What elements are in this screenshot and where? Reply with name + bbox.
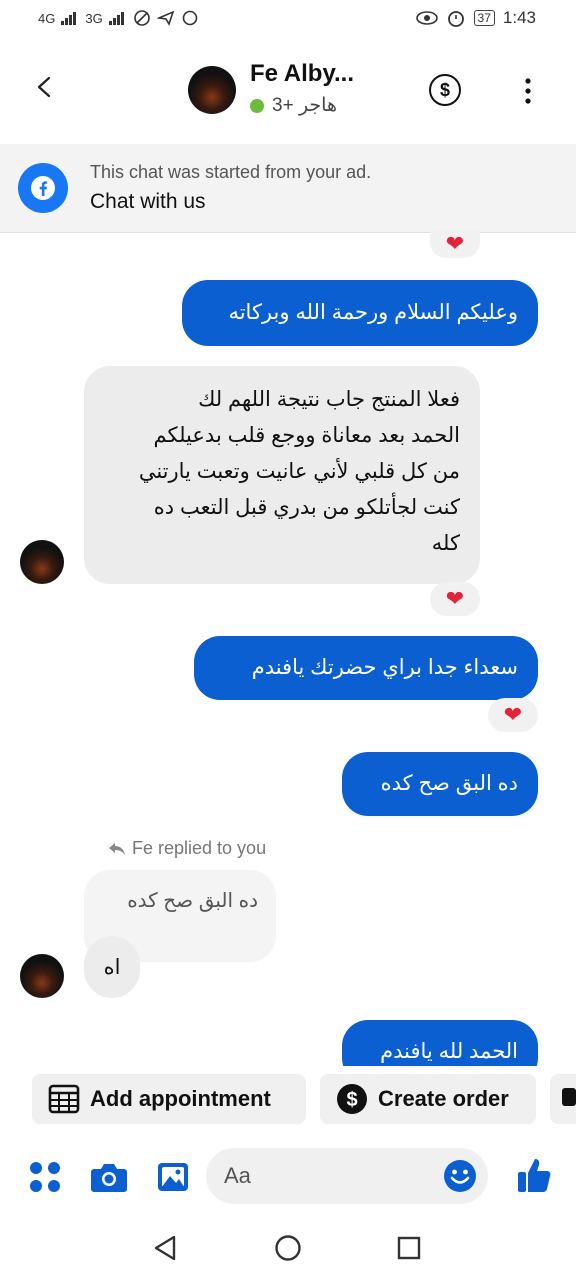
outgoing-message[interactable]: سعداء جدا براي حضرتك يافندم xyxy=(194,636,538,700)
create-order-button[interactable]: $ Create order xyxy=(320,1074,536,1124)
facebook-icon xyxy=(18,163,68,213)
calendar-icon xyxy=(48,1084,80,1114)
message-line: فعلا المنتج جاب نتيجة اللهم لك xyxy=(198,388,460,411)
chevron-left-icon[interactable] xyxy=(34,76,56,98)
more-quick-action[interactable] xyxy=(550,1074,576,1124)
message-text: سعداء جدا براي حضرتك يافندم xyxy=(251,656,518,679)
sender-avatar[interactable] xyxy=(20,540,64,584)
add-appointment-button[interactable]: Add appointment xyxy=(32,1074,306,1124)
ad-cta[interactable]: Chat with us xyxy=(90,190,206,214)
message-line: من كل قلبي لأني عانيت وتعبت يارتني xyxy=(138,460,460,483)
apps-icon[interactable] xyxy=(28,1160,62,1194)
quoted-text: ده البق صح كده xyxy=(127,890,258,912)
heart-icon: ❤ xyxy=(445,231,465,256)
contact-subtitle-text: هاجر +3 xyxy=(272,95,337,116)
message-line: كنت لجأتلكو من بدري قبل التعب ده xyxy=(153,496,460,519)
battery-indicator: 37 xyxy=(473,10,495,26)
message-reaction[interactable]: ❤ xyxy=(488,698,538,732)
nav-recents-icon[interactable] xyxy=(396,1235,422,1261)
dollar-circle-icon: $ xyxy=(337,1084,367,1114)
incoming-message[interactable]: اه xyxy=(84,936,140,998)
chat-header: Fe Alby... هاجر +3 $ xyxy=(0,36,576,144)
message-placeholder: Aa xyxy=(224,1163,251,1188)
ad-note: This chat was started from your ad. xyxy=(90,162,372,182)
status-bar: 4G 3G 37 1:43 xyxy=(0,0,576,36)
message-text: اه xyxy=(103,955,121,979)
message-input[interactable]: Aa xyxy=(206,1148,488,1204)
message-text: ده البق صح كده xyxy=(380,772,518,795)
image-icon[interactable] xyxy=(156,1160,190,1194)
eye-icon xyxy=(415,11,438,25)
heart-icon: ❤ xyxy=(445,586,465,611)
add-appointment-label: Add appointment xyxy=(90,1086,271,1111)
status-right: 37 1:43 xyxy=(415,8,536,28)
message-reaction[interactable]: ❤ xyxy=(430,582,480,616)
create-order-label: Create order xyxy=(378,1086,509,1111)
sync-icon xyxy=(182,10,197,26)
emoji-icon[interactable] xyxy=(442,1158,478,1194)
sender-avatar[interactable] xyxy=(20,954,64,998)
ad-banner[interactable]: This chat was started from your ad. Chat… xyxy=(0,144,576,233)
status-left: 4G 3G xyxy=(38,9,199,27)
reply-arrow-icon xyxy=(109,842,125,855)
chat-icon xyxy=(562,1088,576,1106)
outgoing-message[interactable]: ده البق صح كده xyxy=(342,752,538,816)
quick-actions-bar: Add appointment $ Create order xyxy=(0,1066,576,1132)
outgoing-message[interactable]: الحمد لله يافندم xyxy=(342,1020,538,1066)
message-reaction[interactable]: ❤ xyxy=(430,230,480,258)
outgoing-message[interactable]: وعليكم السلام ورحمة الله وبركاته xyxy=(182,280,538,346)
network-indicator-4g: 4G xyxy=(38,10,56,26)
thumbs-up-icon[interactable] xyxy=(516,1156,552,1194)
telegram-icon xyxy=(156,10,175,26)
message-line: كله xyxy=(431,532,460,555)
message-viewport-clip: الحمد لله يافندم xyxy=(0,1000,576,1066)
do-not-disturb-icon xyxy=(133,10,150,26)
nav-back-icon[interactable] xyxy=(152,1234,178,1262)
more-vertical-icon[interactable] xyxy=(518,76,538,106)
message-text: وعليكم السلام ورحمة الله وبركاته xyxy=(228,301,518,324)
online-status-dot xyxy=(250,98,264,113)
signal-icon xyxy=(108,12,124,25)
incoming-message[interactable]: فعلا المنتج جاب نتيجة اللهم لك الحمد بعد… xyxy=(84,366,480,584)
signal-icon xyxy=(61,12,77,25)
nav-home-icon[interactable] xyxy=(274,1234,302,1262)
network-indicator-3g: 3G xyxy=(85,10,103,26)
camera-icon[interactable] xyxy=(90,1160,128,1194)
dollar-circle-icon[interactable]: $ xyxy=(429,74,461,106)
alarm-icon xyxy=(447,11,464,27)
message-composer: Aa xyxy=(0,1140,576,1216)
message-line: الحمد بعد معاناة ووجع قلب بدعيلكم xyxy=(153,424,460,447)
contact-name[interactable]: Fe Alby... xyxy=(250,60,354,88)
svg-text:$: $ xyxy=(346,1089,357,1111)
contact-avatar[interactable] xyxy=(188,66,236,114)
contact-subtitle: هاجر +3 xyxy=(250,94,337,117)
reply-note-text: Fe replied to you xyxy=(132,838,267,858)
heart-icon: ❤ xyxy=(503,702,523,727)
system-nav-bar xyxy=(0,1216,576,1280)
message-text: الحمد لله يافندم xyxy=(380,1040,518,1063)
reply-note: Fe replied to you xyxy=(108,838,266,859)
clock: 1:43 xyxy=(502,8,536,27)
